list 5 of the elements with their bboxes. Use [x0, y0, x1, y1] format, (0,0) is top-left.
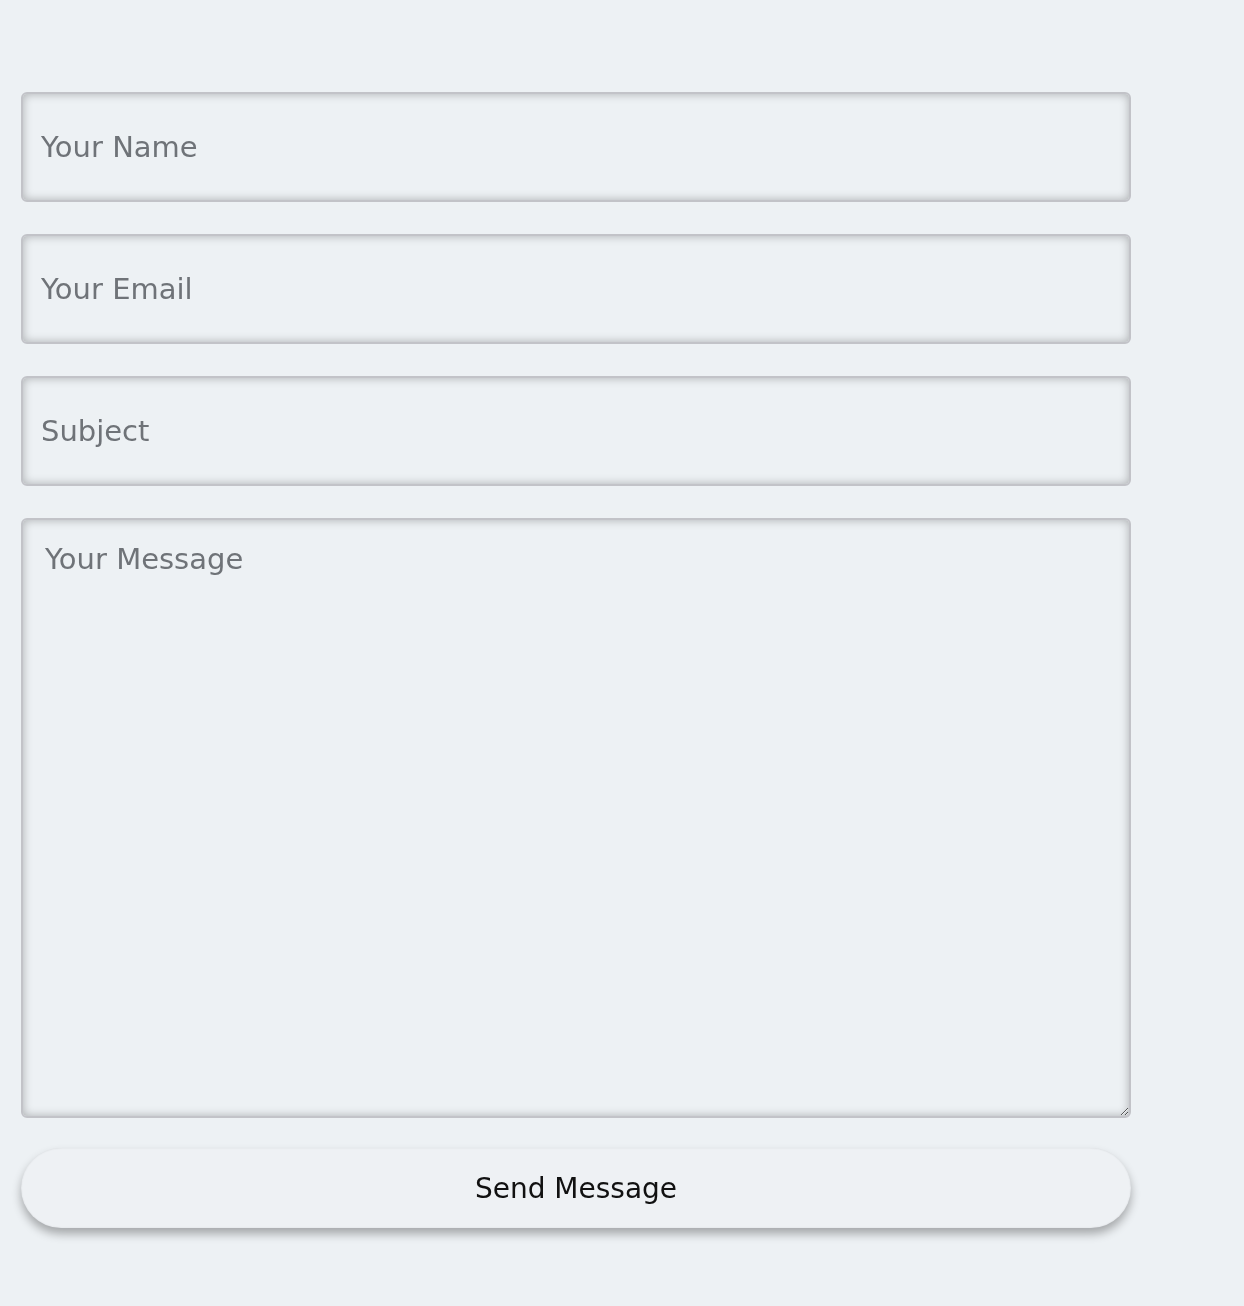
send-button[interactable]: Send Message	[21, 1148, 1131, 1228]
message-field[interactable]: Your Message	[21, 518, 1131, 1118]
input-field[interactable]: Your Email	[21, 234, 1131, 344]
input-field[interactable]: Your Name	[21, 92, 1131, 202]
input-field[interactable]: Subject	[21, 376, 1131, 486]
